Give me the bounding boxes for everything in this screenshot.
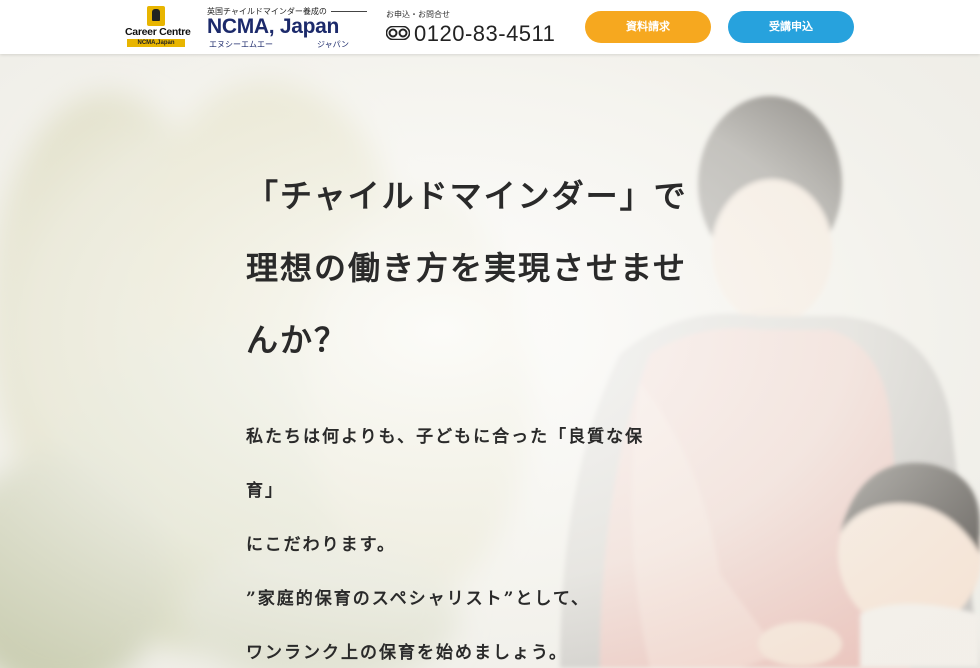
career-centre-emblem-icon	[147, 6, 165, 26]
hero-section: 「チャイルドマインダー」で 理想の働き方を実現させませ んか？ 私たちは何よりも…	[0, 54, 980, 668]
request-brochure-button[interactable]: 資料請求	[585, 11, 711, 43]
ncma-tagline-rule	[331, 11, 367, 12]
headline-line-1: 「チャイルドマインダー」で	[246, 177, 688, 215]
body-line-3: にこだわります。	[246, 535, 396, 555]
hero-body-text: 私たちは何よりも、子どもに合った「良質な保 育」 にこだわります。 ”家庭的保育…	[246, 410, 726, 668]
phone-label: お申込・お問合せ	[386, 10, 450, 19]
career-centre-subtitle: NCMA,Japan	[127, 39, 185, 47]
headline-line-2: 理想の働き方を実現させませ	[246, 249, 688, 287]
hero-copy: 「チャイルドマインダー」で 理想の働き方を実現させませ んか？ 私たちは何よりも…	[246, 160, 726, 668]
ncma-kana-right: ジャパン	[317, 40, 349, 49]
career-centre-title: Career Centre	[125, 26, 191, 38]
body-line-5: ワンランク上の保育を始めましょう。	[246, 643, 568, 663]
apply-course-button[interactable]: 受講申込	[728, 11, 854, 43]
site-header: Career Centre NCMA,Japan 英国チャイルドマインダー養成の…	[0, 0, 980, 54]
body-line-4: ”家庭的保育のスペシャリスト”として、	[246, 589, 591, 609]
ncma-japan-logo[interactable]: 英国チャイルドマインダー養成の NCMA, Japan エヌシーエムエー ジャパ…	[207, 6, 372, 50]
career-centre-logo[interactable]: Career Centre NCMA,Japan	[125, 6, 191, 48]
body-line-1: 私たちは何よりも、子どもに合った「良質な保	[246, 427, 645, 447]
headline-line-3: んか？	[246, 321, 349, 359]
hero-headline: 「チャイルドマインダー」で 理想の働き方を実現させませ んか？	[246, 160, 726, 376]
free-dial-icon	[386, 26, 410, 40]
phone-contact[interactable]: お申込・お問合せ 0120-83-4511	[386, 9, 576, 49]
ncma-name: NCMA, Japan	[207, 15, 340, 38]
ncma-kana-left: エヌシーエムエー	[209, 40, 273, 49]
phone-number[interactable]: 0120-83-4511	[414, 21, 555, 47]
body-line-2: 育」	[246, 481, 284, 501]
